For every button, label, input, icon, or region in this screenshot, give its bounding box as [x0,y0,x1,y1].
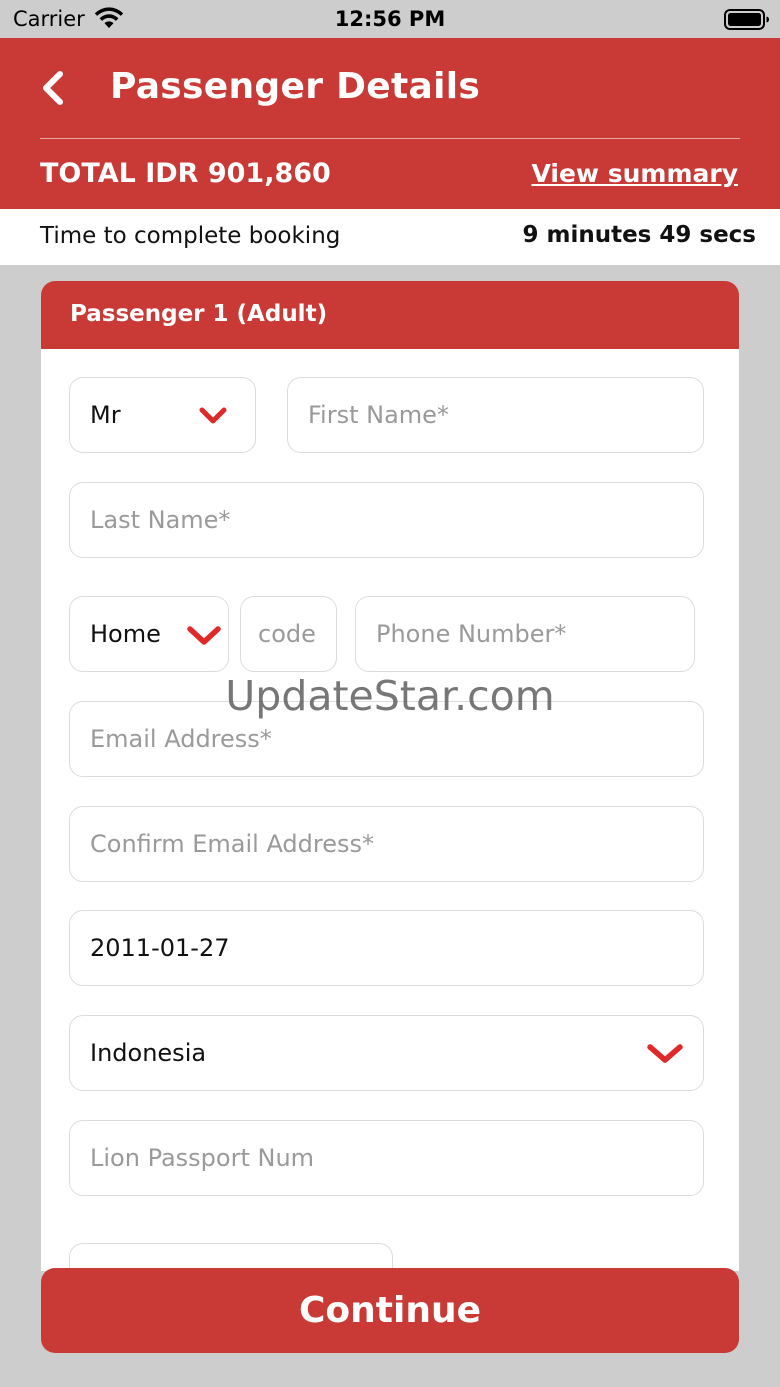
country-code-placeholder: code [258,620,316,648]
chevron-left-icon [43,71,63,105]
view-summary-link[interactable]: View summary [531,159,738,188]
back-button[interactable] [36,68,72,108]
page-title: Passenger Details [110,66,481,107]
chevron-down-icon [187,626,221,645]
date-of-birth-value: 2011-01-27 [90,934,230,962]
chevron-down-icon [199,407,227,424]
clock: 12:56 PM [334,7,446,31]
lion-passport-field[interactable]: Lion Passport Num [69,1120,704,1196]
country-code-field[interactable]: code [240,596,337,672]
first-name-placeholder: First Name* [308,401,449,429]
passenger-card-header: Passenger 1 (Adult) [41,281,739,349]
header-divider [40,138,740,139]
title-select-value: Mr [90,401,121,429]
total-price: TOTAL IDR 901,860 [40,158,331,189]
first-name-field[interactable]: First Name* [287,377,704,453]
lion-passport-placeholder: Lion Passport Num [90,1144,315,1172]
chevron-down-icon [647,1044,683,1063]
partial-field[interactable] [69,1243,393,1271]
confirm-email-placeholder: Confirm Email Address* [90,830,375,858]
date-of-birth-field[interactable]: 2011-01-27 [69,910,704,986]
booking-timer-bar: Time to complete booking 9 minutes 49 se… [0,209,780,265]
phone-number-field[interactable]: Phone Number* [355,596,695,672]
battery-icon [724,9,769,30]
title-select[interactable]: Mr [69,377,256,453]
confirm-email-field[interactable]: Confirm Email Address* [69,806,704,882]
status-bar: Carrier 12:56 PM [0,0,780,38]
email-field[interactable]: Email Address* [69,701,704,777]
passenger-title: Passenger 1 (Adult) [70,301,328,327]
phone-number-placeholder: Phone Number* [376,620,567,648]
continue-button[interactable]: Continue [41,1268,739,1353]
nationality-value: Indonesia [90,1039,207,1067]
passenger-card: Passenger 1 (Adult) Mr First Name* Last … [41,281,739,1271]
timer-value: 9 minutes 49 secs [522,222,756,248]
phone-type-select[interactable]: Home [69,596,229,672]
phone-type-value: Home [90,620,161,648]
nationality-select[interactable]: Indonesia [69,1015,704,1091]
timer-label: Time to complete booking [40,223,341,249]
email-placeholder: Email Address* [90,725,272,753]
last-name-field[interactable]: Last Name* [69,482,704,558]
app-header: Passenger Details TOTAL IDR 901,860 View… [0,38,780,209]
last-name-placeholder: Last Name* [90,506,231,534]
